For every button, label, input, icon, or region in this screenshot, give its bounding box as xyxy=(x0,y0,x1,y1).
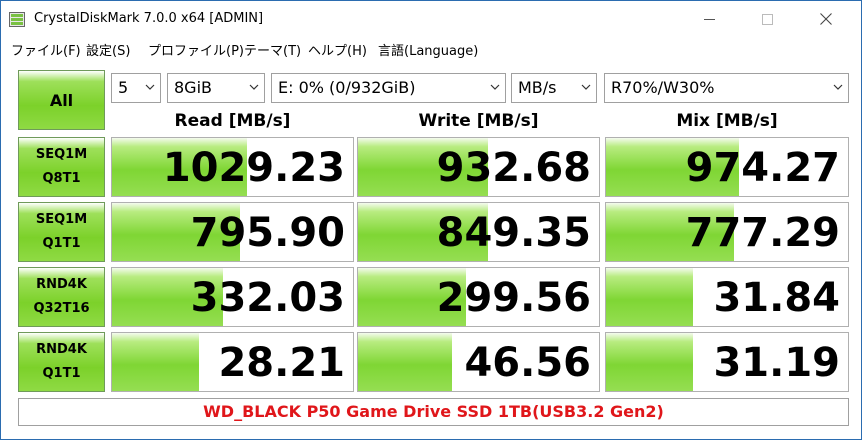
chevron-down-icon xyxy=(490,84,500,90)
unit-select[interactable]: MB/s xyxy=(511,73,597,103)
test-size-value: 8GiB xyxy=(174,78,212,97)
test-queue-label: Q1T1 xyxy=(42,236,81,251)
read-result-value: 332.03 xyxy=(190,275,345,321)
test-queue-label: Q1T1 xyxy=(42,366,81,381)
read-result-cell: 795.90 xyxy=(111,202,354,262)
test-queue-label: Q32T16 xyxy=(33,301,90,316)
minimize-button[interactable] xyxy=(686,1,732,37)
write-result-cell: 849.35 xyxy=(357,202,600,262)
read-result-value: 795.90 xyxy=(190,210,345,256)
read-result-value: 1029.23 xyxy=(162,145,345,191)
all-button[interactable]: All xyxy=(18,70,105,130)
test-type-label: RND4K xyxy=(36,277,87,292)
menu-profile[interactable]: プロファイル(P) xyxy=(148,40,244,59)
result-bar xyxy=(606,268,694,326)
write-result-value: 932.68 xyxy=(436,145,591,191)
title-bar[interactable]: CrystalDiskMark 7.0.0 x64 [ADMIN] xyxy=(1,1,861,37)
test-size-select[interactable]: 8GiB xyxy=(167,73,265,103)
mix-result-value: 974.27 xyxy=(685,145,840,191)
app-window: CrystalDiskMark 7.0.0 x64 [ADMIN] ファイル(F… xyxy=(0,0,862,440)
test-rnd4k-q32t16-button[interactable]: RND4K Q32T16 xyxy=(18,267,105,327)
mix-result-value: 31.19 xyxy=(713,340,840,386)
mix-ratio-value: R70%/W30% xyxy=(611,78,715,97)
mix-column-header: Mix [MB/s] xyxy=(676,111,778,131)
test-type-label: SEQ1M xyxy=(35,147,88,162)
mix-result-value: 31.84 xyxy=(713,275,840,321)
result-bar xyxy=(358,333,452,391)
minimize-icon xyxy=(703,18,715,20)
mix-result-cell: 31.84 xyxy=(605,267,849,327)
chevron-down-icon xyxy=(145,84,155,90)
result-bar xyxy=(606,333,694,391)
chevron-down-icon xyxy=(833,84,843,90)
test-count-select[interactable]: 5 xyxy=(111,73,161,103)
test-queue-label: Q8T1 xyxy=(42,171,81,186)
mix-result-cell: 974.27 xyxy=(605,137,849,197)
menu-file[interactable]: ファイル(F) xyxy=(11,40,81,59)
menu-settings[interactable]: 設定(S) xyxy=(86,40,130,59)
write-result-value: 849.35 xyxy=(436,210,591,256)
unit-value: MB/s xyxy=(518,78,557,97)
read-result-cell: 1029.23 xyxy=(111,137,354,197)
close-button[interactable] xyxy=(803,1,849,37)
test-rnd4k-q1t1-button[interactable]: RND4K Q1T1 xyxy=(18,332,105,392)
read-column-header: Read [MB/s] xyxy=(174,111,291,131)
write-result-cell: 299.56 xyxy=(357,267,600,327)
write-result-cell: 46.56 xyxy=(357,332,600,392)
result-bar xyxy=(112,333,199,391)
mix-result-cell: 777.29 xyxy=(605,202,849,262)
chevron-down-icon xyxy=(249,84,259,90)
read-result-cell: 332.03 xyxy=(111,267,354,327)
read-result-value: 28.21 xyxy=(218,340,345,386)
window-title: CrystalDiskMark 7.0.0 x64 [ADMIN] xyxy=(34,11,264,26)
write-result-value: 299.56 xyxy=(436,275,591,321)
menu-language[interactable]: 言語(Language) xyxy=(378,40,478,59)
maximize-button[interactable] xyxy=(744,1,790,37)
test-seq1m-q1t1-button[interactable]: SEQ1M Q1T1 xyxy=(18,202,105,262)
test-count-value: 5 xyxy=(118,78,129,97)
chevron-down-icon xyxy=(581,84,591,90)
maximize-icon xyxy=(761,13,773,25)
drive-comment-field[interactable]: WD_BLACK P50 Game Drive SSD 1TB(USB3.2 G… xyxy=(18,398,849,426)
test-type-label: RND4K xyxy=(36,342,87,357)
test-seq1m-q8t1-button[interactable]: SEQ1M Q8T1 xyxy=(18,137,105,197)
app-disk-icon xyxy=(9,12,25,27)
mix-result-value: 777.29 xyxy=(685,210,840,256)
drive-select[interactable]: E: 0% (0/932GiB) xyxy=(271,73,506,103)
mix-result-cell: 31.19 xyxy=(605,332,849,392)
test-type-label: SEQ1M xyxy=(35,212,88,227)
menu-bar: ファイル(F) 設定(S) プロファイル(P) テーマ(T) ヘルプ(H) 言語… xyxy=(1,37,861,61)
menu-help[interactable]: ヘルプ(H) xyxy=(308,40,367,59)
close-icon xyxy=(820,13,832,25)
write-result-cell: 932.68 xyxy=(357,137,600,197)
read-result-cell: 28.21 xyxy=(111,332,354,392)
write-result-value: 46.56 xyxy=(464,340,591,386)
write-column-header: Write [MB/s] xyxy=(418,111,539,131)
mix-ratio-select[interactable]: R70%/W30% xyxy=(604,73,849,103)
benchmark-panel: All 5 8GiB E: 0% (0/932GiB) MB/s R70%/W3… xyxy=(7,64,857,434)
menu-theme[interactable]: テーマ(T) xyxy=(244,40,301,59)
drive-value: E: 0% (0/932GiB) xyxy=(278,78,416,97)
